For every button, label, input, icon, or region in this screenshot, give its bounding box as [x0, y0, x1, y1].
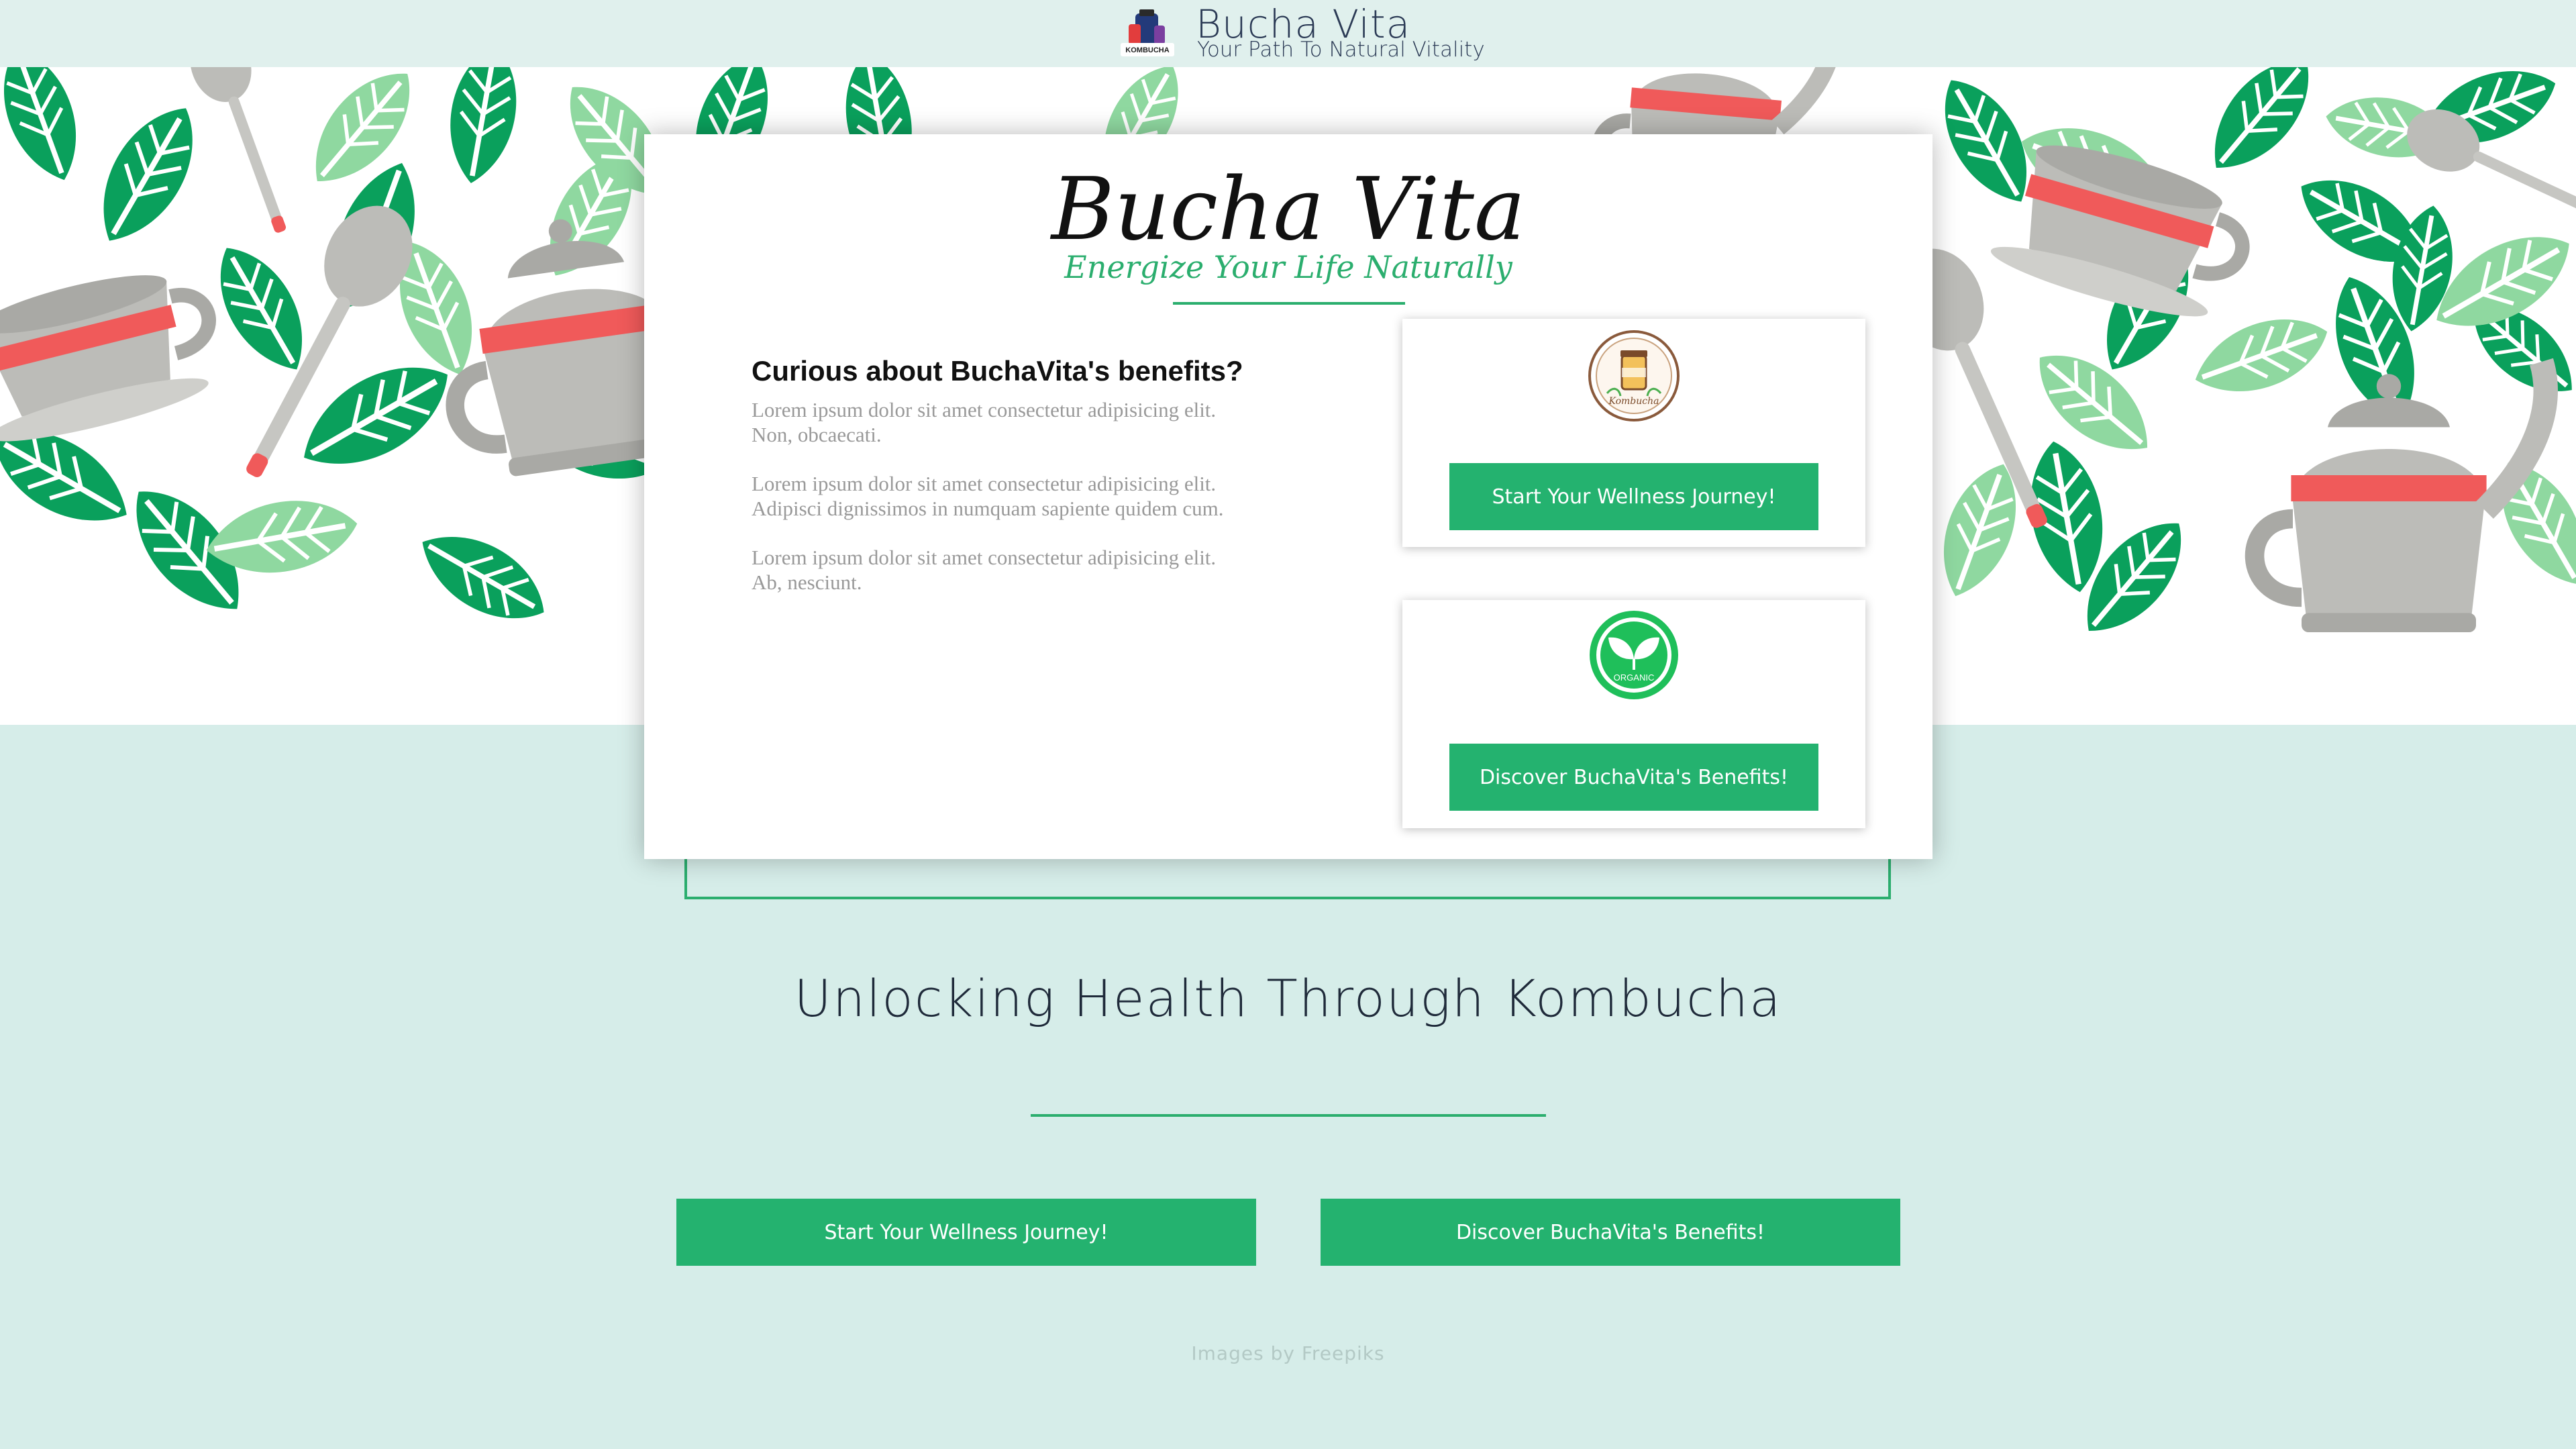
organic-leaf-icon: ORGANIC [1590, 611, 1678, 699]
divider [1173, 302, 1405, 305]
feature-box-benefits: ORGANIC Discover BuchaVita's Benefits! [1402, 600, 1865, 828]
card-title: Bucha Vita [1051, 160, 1526, 260]
lorem-paragraph-3: Lorem ipsum dolor sit amet consectetur a… [752, 545, 1288, 595]
lorem-paragraph-1: Lorem ipsum dolor sit amet consectetur a… [752, 397, 1288, 447]
lorem-paragraph-2: Lorem ipsum dolor sit amet consectetur a… [752, 471, 1288, 521]
section-divider [1031, 1114, 1546, 1117]
paragraph-line: Ab, nesciunt. [752, 570, 862, 594]
badge-text: ORGANIC [1614, 672, 1655, 683]
logo-text: KOMBUCHA [1125, 46, 1169, 54]
kombucha-badge-icon: Kombucha [1588, 330, 1680, 421]
section-title: Unlocking Health Through Kombucha [794, 968, 1782, 1028]
feature-box-wellness: Kombucha Start Your Wellness Journey! [1402, 319, 1865, 547]
cta-start-wellness-journey-button[interactable]: Start Your Wellness Journey! [676, 1199, 1256, 1266]
start-wellness-journey-button[interactable]: Start Your Wellness Journey! [1449, 463, 1818, 530]
badge-text: Kombucha [1608, 396, 1659, 407]
paragraph-line: Adipisci dignissimos in numquam sapiente… [752, 497, 1224, 520]
card-subtitle: Energize Your Life Naturally [1064, 249, 1512, 285]
intro-card: Bucha Vita Energize Your Life Naturally … [644, 134, 1933, 859]
benefits-heading: Curious about BuchaVita's benefits? [752, 355, 1243, 387]
cta-discover-benefits-button[interactable]: Discover BuchaVita's Benefits! [1321, 1199, 1900, 1266]
discover-benefits-button[interactable]: Discover BuchaVita's Benefits! [1449, 744, 1818, 811]
image-credit: Images by Freepiks [1191, 1342, 1385, 1364]
brand-tagline: Your Path To Natural Vitality [1197, 38, 1485, 62]
kombucha-logo-icon[interactable]: KOMBUCHA [1119, 9, 1176, 58]
paragraph-line: Lorem ipsum dolor sit amet consectetur a… [752, 398, 1217, 421]
paragraph-line: Lorem ipsum dolor sit amet consectetur a… [752, 472, 1217, 495]
paragraph-line: Non, obcaecati. [752, 423, 882, 446]
paragraph-line: Lorem ipsum dolor sit amet consectetur a… [752, 546, 1217, 569]
top-bar: KOMBUCHA Bucha Vita Your Path To Natural… [0, 0, 2576, 67]
